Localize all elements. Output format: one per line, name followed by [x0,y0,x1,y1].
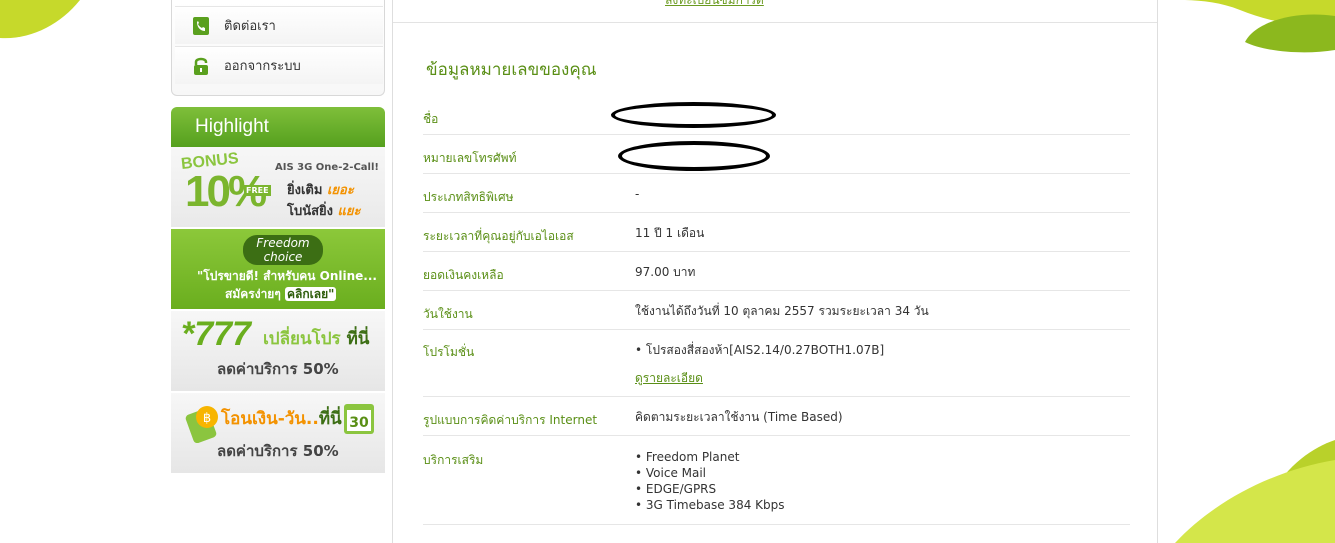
row-value: คิดตามระยะเวลาใช้งาน (Time Based) [635,410,843,424]
phone-icon [192,16,210,36]
row-label: โปรโมชั่น [423,345,475,359]
row-value: • โปรสองสี่สองห้า[AIS2.14/0.27BOTH1.07B] [635,343,885,357]
row-label: วันใช้งาน [423,307,473,321]
row-value: 97.00 บาท [635,265,696,279]
calendar-icon: 30 [344,404,374,434]
coin-phone-icon: ฿ [185,406,218,443]
banner-bonus[interactable]: BONUS 10% FREE AIS 3G One-2-Call! ยิ่งเต… [171,147,385,227]
banner-text: เปลี่ยนโปร ที่นี่ [263,329,370,349]
sidebar-item-contact[interactable]: ติดต่อเรา [175,6,383,44]
services-list: • Freedom Planet • Voice Mail • EDGE/GPR… [635,449,785,513]
code-text: *777 [181,315,251,353]
banner-text: AIS 3G One-2-Call! [275,162,379,173]
info-row-phone: หมายเลขโทรศัพท์ [423,135,1130,174]
decorative-leaf-top-right [1155,0,1335,55]
banner-text: ลดค่าบริการ 50% [217,442,339,460]
info-row-name: ชื่อ [423,96,1130,135]
top-strip: ลงทะเบียนซิมการ์ด [393,0,1157,23]
redacted-phone [618,141,770,171]
redacted-name [611,102,776,128]
decorative-leaf-bottom-right [1155,440,1335,543]
list-item: • 3G Timebase 384 Kbps [635,498,785,512]
section-title: ข้อมูลหมายเลขของคุณ [426,60,597,80]
lock-icon [192,56,210,76]
info-row-internet-billing: รูปแบบการคิดค่าบริการ Internet คิดตามระย… [423,397,1130,436]
banner-freedom-choice[interactable]: Freedom choice "โปรขายดี! สำหรับคน Online… [171,229,385,309]
sidebar-menu: ติดต่อเรา ออกจากระบบ [171,0,385,96]
info-row-usage-period: วันใช้งาน ใช้งานได้ถึงวันที่ 10 ตุลาคม 2… [423,291,1130,330]
banner-777[interactable]: *777 เปลี่ยนโปร ที่นี่ ลดค่าบริการ 50% [171,311,385,391]
banner-transfer[interactable]: ฿ โอนเงิน-วัน..ที่นี่ ลดค่าบริการ 50% 30 [171,393,385,473]
banner-text: ลดค่าบริการ 50% [217,360,339,378]
free-tag: FREE [244,185,271,196]
row-label: รูปแบบการคิดค่าบริการ Internet [423,413,598,427]
top-link[interactable]: ลงทะเบียนซิมการ์ด [665,0,764,10]
banner-text: สมัครง่ายๆ คลิกเลย" [225,287,337,301]
row-label: หมายเลขโทรศัพท์ [423,151,517,165]
banner-text: โบนัสยิ่ง แยะ [287,204,361,219]
sidebar-item-label: ติดต่อเรา [224,19,276,34]
row-label: บริการเสริม [423,453,484,467]
row-label: ยอดเงินคงเหลือ [423,268,504,282]
sidebar-item-label: ออกจากระบบ [224,59,301,74]
details-link[interactable]: ดูรายละเอียด [635,371,703,385]
info-row-tenure: ระยะเวลาที่คุณอยู่กับเอไอเอส 11 ปี 1 เดื… [423,213,1130,252]
sidebar-item-logout[interactable]: ออกจากระบบ [175,46,383,84]
svg-text:30: 30 [349,415,369,431]
banner-text: โอนเงิน-วัน..ที่นี่ [221,409,342,429]
highlight-panel: Highlight BONUS 10% FREE AIS 3G One-2-Ca… [171,107,387,473]
info-row-balance: ยอดเงินคงเหลือ 97.00 บาท [423,252,1130,291]
main-panel: ลงทะเบียนซิมการ์ด ข้อมูลหมายเลขของคุณ ชื… [392,0,1158,543]
decorative-leaf-top-left [0,0,80,40]
svg-text:฿: ฿ [203,411,211,426]
freedom-choice-logo: Freedom choice [243,235,323,265]
list-item: • Freedom Planet [635,450,740,464]
row-label: ชื่อ [423,112,439,126]
info-row-promotion: โปรโมชั่น • โปรสองสี่สองห้า[AIS2.14/0.27… [423,330,1130,397]
row-value: - [635,187,640,201]
list-item: • EDGE/GPRS [635,482,717,496]
row-label: ประเภทสิทธิพิเศษ [423,190,514,204]
info-row-services: บริการเสริม • Freedom Planet • Voice Mai… [423,436,1130,525]
list-item: • Voice Mail [635,466,707,480]
row-value: ใช้งานได้ถึงวันที่ 10 ตุลาคม 2557 รวมระย… [635,304,929,318]
highlight-title: Highlight [171,107,385,147]
info-row-privilege: ประเภทสิทธิพิเศษ - [423,174,1130,213]
banner-text: ยิ่งเติม เยอะ [287,183,354,198]
sidebar: ติดต่อเรา ออกจากระบบ Highlight BONUS 10%… [171,0,387,473]
banner-text: "โปรขายดี! สำหรับคน Online... [197,269,377,283]
row-label: ระยะเวลาที่คุณอยู่กับเอไอเอส [423,229,574,243]
row-value: 11 ปี 1 เดือน [635,226,705,240]
